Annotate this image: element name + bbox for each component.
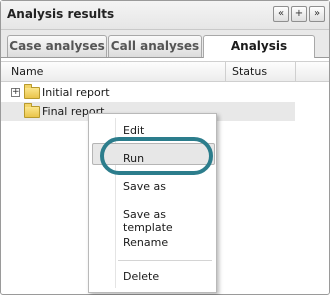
- panel-titlebar: Analysis results « + »: [1, 1, 329, 30]
- highlight-ring-annotation: [100, 137, 213, 175]
- menu-item-edit[interactable]: Edit: [123, 124, 144, 137]
- collapse-left-icon[interactable]: «: [273, 6, 289, 22]
- tree-row-label: Initial report: [42, 86, 110, 99]
- tab-case-analyses[interactable]: Case analyses: [7, 35, 107, 57]
- tree-row-initial-report[interactable]: + Initial report: [1, 83, 295, 102]
- column-status-header[interactable]: Status: [232, 65, 267, 78]
- column-divider[interactable]: [225, 62, 226, 81]
- tab-analysis-reports[interactable]: Analysis reports: [203, 35, 315, 74]
- folder-icon: [24, 84, 40, 99]
- add-icon[interactable]: +: [291, 6, 307, 22]
- tab-call-analyses[interactable]: Call analyses: [108, 35, 202, 57]
- menu-item-rename[interactable]: Rename: [123, 236, 168, 249]
- tab-strip: Case analyses Call analyses Analysis rep…: [1, 30, 329, 74]
- expand-plus-icon[interactable]: +: [11, 88, 20, 97]
- menu-item-delete[interactable]: Delete: [123, 270, 159, 283]
- panel-window-buttons: « + »: [273, 6, 325, 22]
- folder-icon: [24, 103, 40, 118]
- column-name-header[interactable]: Name: [11, 65, 43, 78]
- menu-item-save-as[interactable]: Save as: [123, 180, 166, 193]
- panel-title: Analysis results: [7, 7, 115, 21]
- menu-separator: [118, 260, 212, 261]
- grid-column-header: Name Status: [1, 61, 329, 82]
- collapse-right-icon[interactable]: »: [309, 6, 325, 22]
- menu-item-save-as-template[interactable]: Save as template: [123, 208, 216, 234]
- column-divider[interactable]: [295, 62, 296, 81]
- analysis-results-panel: Analysis results « + » Case analyses Cal…: [0, 0, 330, 295]
